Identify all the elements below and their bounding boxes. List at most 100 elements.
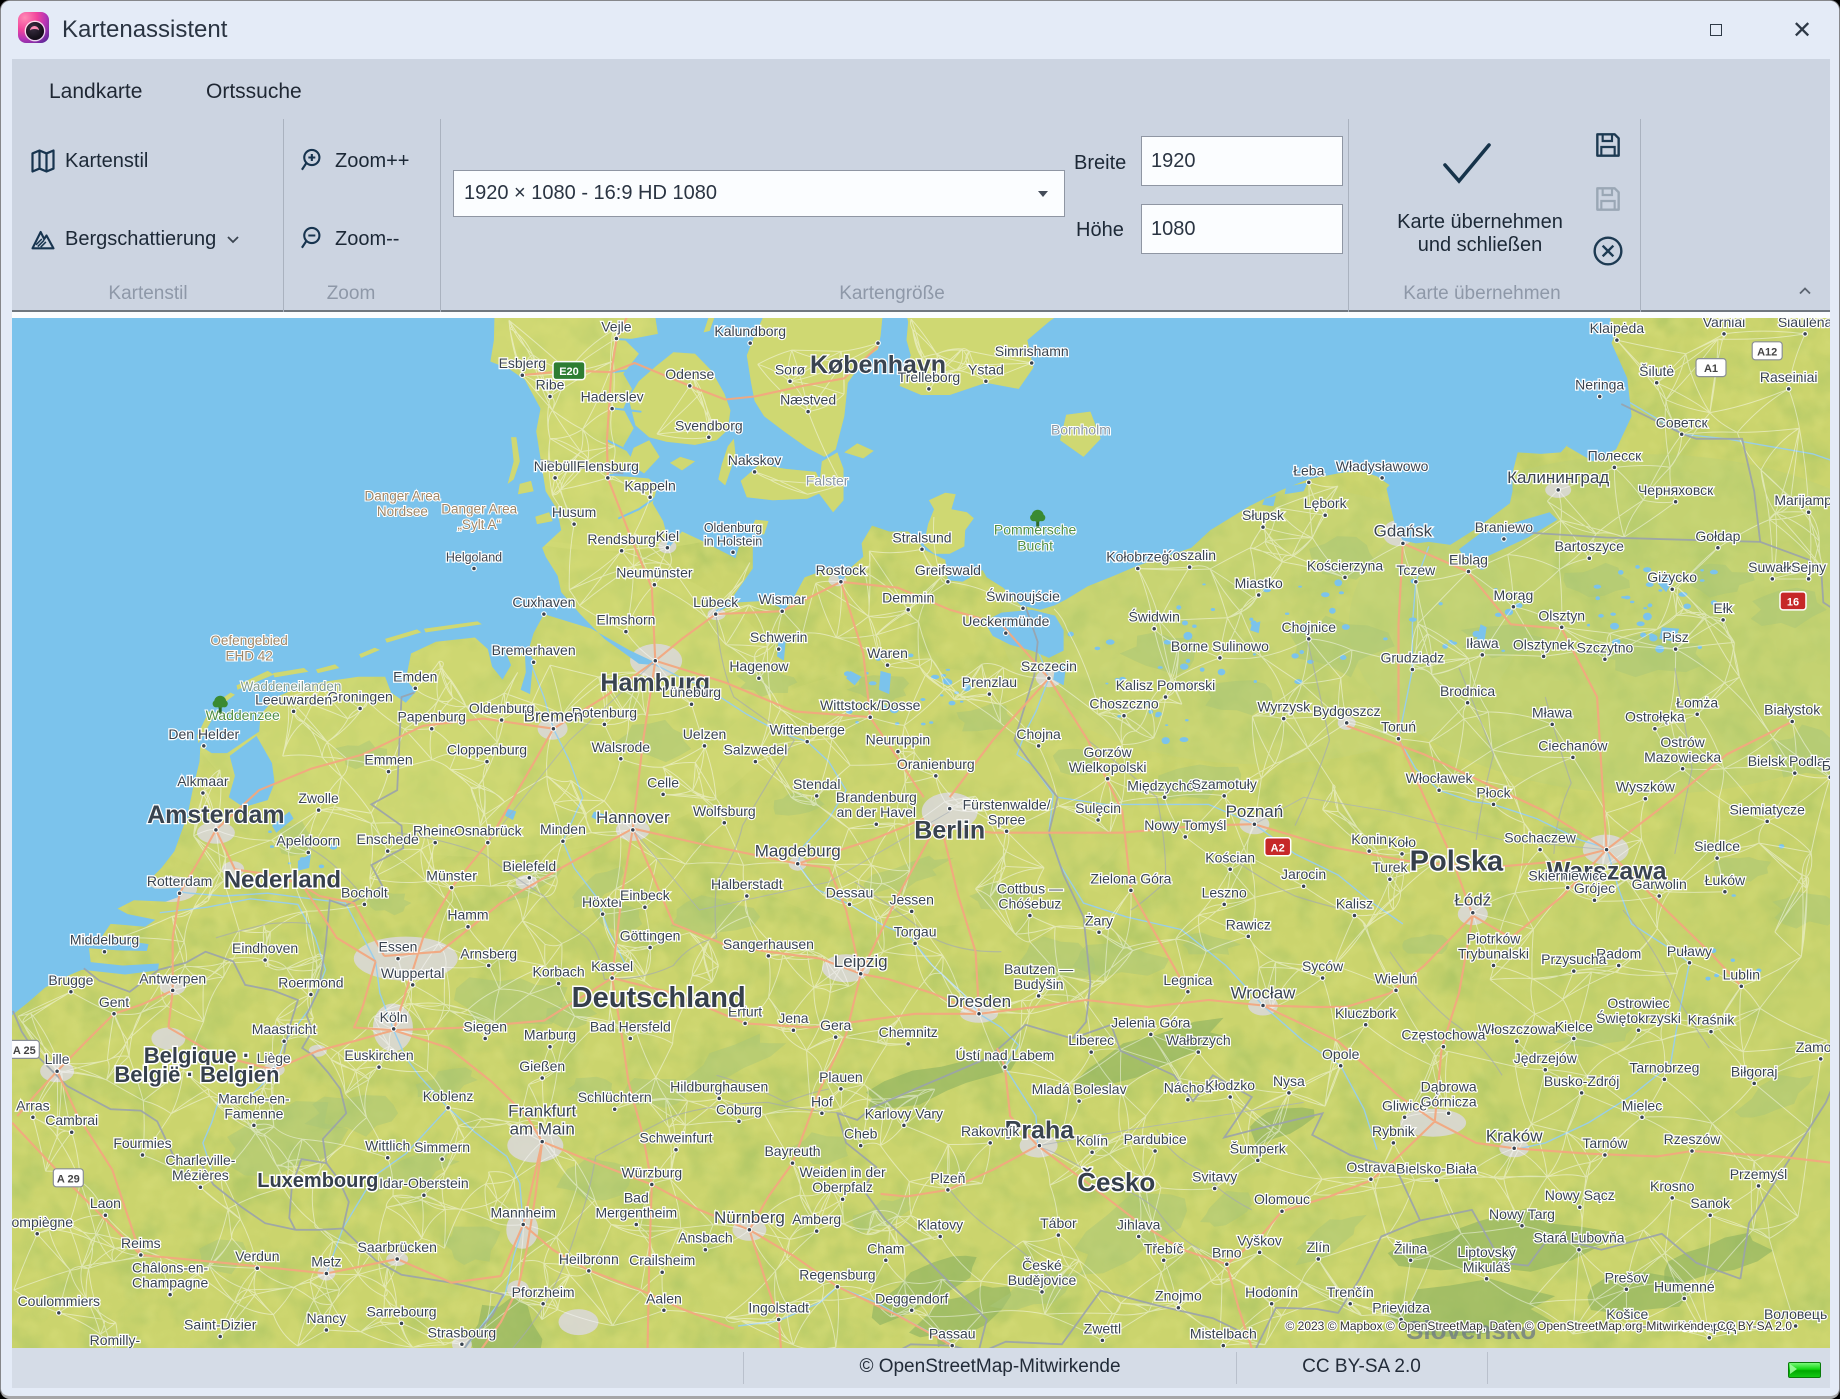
- svg-text:Ełk: Ełk: [1713, 600, 1733, 616]
- svg-text:Bucht: Bucht: [1017, 538, 1053, 554]
- svg-text:Garwolin: Garwolin: [1632, 876, 1687, 892]
- svg-text:Idar-Oberstein: Idar-Oberstein: [379, 1175, 468, 1191]
- svg-text:Châlons-en-: Châlons-en-: [132, 1260, 209, 1276]
- svg-text:Papenburg: Papenburg: [397, 709, 466, 725]
- svg-text:Włoszczowa: Włoszczowa: [1478, 1021, 1556, 1037]
- svg-text:Niebüll: Niebüll: [534, 458, 577, 474]
- svg-text:Chojna: Chojna: [1016, 726, 1061, 742]
- svg-text:Trybunalski: Trybunalski: [1458, 946, 1529, 962]
- svg-text:Odense: Odense: [665, 366, 714, 382]
- svg-text:Mistelbach: Mistelbach: [1190, 1326, 1257, 1342]
- svg-text:Gera: Gera: [820, 1017, 851, 1033]
- svg-text:A12: A12: [1757, 346, 1777, 358]
- svg-text:Mława: Mława: [1532, 704, 1573, 720]
- svg-text:Koblenz: Koblenz: [423, 1088, 474, 1104]
- svg-text:Pisz: Pisz: [1662, 629, 1688, 645]
- svg-text:Bornholm: Bornholm: [1051, 421, 1111, 437]
- svg-text:Kościan: Kościan: [1205, 849, 1255, 865]
- svg-text:Berlin: Berlin: [914, 817, 985, 845]
- svg-text:Turek: Turek: [1372, 859, 1408, 875]
- svg-text:„Sylt A“: „Sylt A“: [457, 517, 501, 532]
- svg-text:Przysucha: Przysucha: [1541, 951, 1607, 967]
- svg-text:Nürnberg: Nürnberg: [714, 1208, 785, 1227]
- svg-text:Stralsund: Stralsund: [892, 529, 951, 545]
- svg-text:Jędrzejów: Jędrzejów: [1514, 1050, 1578, 1066]
- svg-text:Šumperk: Šumperk: [1230, 1140, 1287, 1156]
- svg-text:Svitavy: Svitavy: [1192, 1169, 1237, 1185]
- svg-text:Wrocław: Wrocław: [1231, 984, 1297, 1003]
- svg-text:België · Belgien: België · Belgien: [114, 1062, 279, 1087]
- svg-text:Bremerhaven: Bremerhaven: [492, 642, 576, 658]
- svg-text:Kłodzko: Kłodzko: [1205, 1077, 1255, 1093]
- svg-text:Oldenburg: Oldenburg: [704, 521, 762, 535]
- svg-text:Oefengebied: Oefengebied: [210, 633, 287, 648]
- svg-text:Lębork: Lębork: [1304, 495, 1348, 511]
- svg-text:© 2023 © Mapbox © OpenStreetMa: © 2023 © Mapbox © OpenStreetMap, Daten ©…: [1285, 1319, 1792, 1333]
- svg-text:Waddeneilanden: Waddeneilanden: [241, 679, 342, 694]
- svg-text:Sarrebourg: Sarrebourg: [366, 1303, 436, 1319]
- svg-text:Helgoland: Helgoland: [446, 551, 502, 565]
- svg-text:Vyškov: Vyškov: [1237, 1232, 1282, 1248]
- svg-text:Esbjerg: Esbjerg: [499, 355, 546, 371]
- svg-text:Gorzów: Gorzów: [1083, 744, 1132, 760]
- svg-text:Middelburg: Middelburg: [70, 932, 139, 948]
- svg-text:Kościerzyna: Kościerzyna: [1307, 557, 1383, 573]
- svg-text:Mielec: Mielec: [1622, 1097, 1662, 1113]
- svg-text:Lublin: Lublin: [1723, 966, 1760, 982]
- svg-text:Polska: Polska: [1410, 846, 1504, 878]
- svg-text:Sorø: Sorø: [775, 361, 806, 377]
- svg-text:Cottbus —: Cottbus —: [997, 881, 1063, 897]
- svg-text:Saint-Dizier: Saint-Dizier: [184, 1317, 257, 1333]
- svg-text:Piotrków: Piotrków: [1467, 931, 1522, 947]
- svg-text:Oberpfalz: Oberpfalz: [812, 1179, 873, 1195]
- svg-text:Pommersche: Pommersche: [994, 522, 1077, 538]
- svg-text:Ústí nad Labem: Ústí nad Labem: [955, 1047, 1054, 1063]
- svg-text:Ribe: Ribe: [536, 377, 565, 393]
- svg-text:Bartoszyce: Bartoszyce: [1555, 538, 1624, 554]
- svg-text:Świdwin: Świdwin: [1129, 608, 1180, 625]
- svg-text:Busko-Zdrój: Busko-Zdrój: [1544, 1073, 1619, 1089]
- svg-text:Simmern: Simmern: [414, 1139, 470, 1155]
- svg-text:Sejny: Sejny: [1791, 559, 1826, 575]
- svg-text:Münster: Münster: [426, 868, 477, 884]
- svg-text:Hamm: Hamm: [447, 907, 488, 923]
- svg-text:Wittenberge: Wittenberge: [769, 722, 845, 738]
- svg-text:Aalen: Aalen: [646, 1290, 682, 1306]
- svg-text:Falster: Falster: [806, 472, 849, 488]
- svg-text:Giżycko: Giżycko: [1647, 569, 1697, 585]
- svg-text:Husum: Husum: [552, 504, 596, 520]
- svg-text:Gent: Gent: [99, 994, 129, 1010]
- svg-text:Brugge: Brugge: [48, 972, 93, 988]
- svg-text:Emmen: Emmen: [364, 752, 412, 768]
- svg-text:Elbląg: Elbląg: [1449, 552, 1488, 568]
- svg-text:Gołdap: Gołdap: [1695, 528, 1740, 544]
- svg-text:Charleville-: Charleville-: [165, 1152, 235, 1168]
- svg-text:Dessau: Dessau: [826, 884, 873, 900]
- svg-text:Ueckermünde: Ueckermünde: [962, 613, 1049, 629]
- svg-text:Полесск: Полесск: [1588, 447, 1642, 463]
- svg-text:Zwolle: Zwolle: [298, 790, 339, 806]
- svg-text:Zielona Góra: Zielona Góra: [1090, 870, 1171, 886]
- svg-text:Szczytno: Szczytno: [1576, 639, 1633, 655]
- svg-text:Krosno: Krosno: [1650, 1178, 1695, 1194]
- svg-text:A 25: A 25: [13, 1045, 36, 1057]
- svg-text:Antwerpen: Antwerpen: [139, 970, 206, 986]
- svg-text:Borne Sulinowo: Borne Sulinowo: [1171, 638, 1269, 654]
- svg-text:Kluczbork: Kluczbork: [1335, 1005, 1397, 1021]
- svg-text:Nordsee: Nordsee: [377, 504, 428, 519]
- svg-text:Tarnów: Tarnów: [1582, 1135, 1628, 1151]
- svg-text:Bad Hersfeld: Bad Hersfeld: [590, 1019, 671, 1035]
- svg-text:Калининград: Калининград: [1507, 468, 1609, 487]
- svg-text:Eindhoven: Eindhoven: [232, 940, 298, 956]
- svg-text:Budyšin: Budyšin: [1014, 976, 1064, 992]
- svg-text:Mikuláš: Mikuláš: [1463, 1259, 1510, 1275]
- svg-text:Chojnice: Chojnice: [1282, 619, 1337, 635]
- svg-text:Greifswald: Greifswald: [915, 562, 981, 578]
- svg-text:Zwettl: Zwettl: [1084, 1320, 1121, 1336]
- svg-text:Neuruppin: Neuruppin: [866, 732, 931, 748]
- svg-text:Marijampol: Marijampol: [1774, 492, 1830, 508]
- svg-text:Olomouc: Olomouc: [1254, 1191, 1310, 1207]
- svg-text:Sangerhausen: Sangerhausen: [723, 936, 814, 952]
- svg-text:Neringa: Neringa: [1575, 377, 1624, 393]
- svg-text:Chóśebuz: Chóśebuz: [998, 896, 1061, 912]
